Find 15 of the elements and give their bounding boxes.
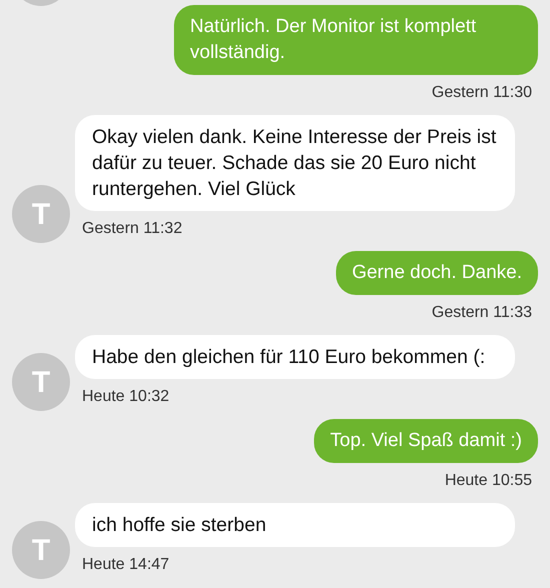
timestamp: Heute 14:47 [82,555,170,575]
timestamp: Gestern 11:33 [432,303,532,323]
message-bubble: ich hoffe sie sterben [75,503,515,547]
message-bubble: Gerne doch. Danke. [336,251,538,295]
message-bubble: Habe den gleichen für 110 Euro bekommen (: [75,335,515,379]
timestamp: Heute 10:55 [444,471,532,491]
avatar: T [12,185,70,243]
timestamp: Gestern 11:32 [82,219,182,239]
timestamp: Heute 10:32 [82,387,170,407]
message-bubble: Okay vielen dank. Keine Interesse der Preis ist dafür zu teuer. Schade das sie 20 Euro nicht runtergehen. Viel Glück [75,115,515,211]
message-bubble: Natürlich. Der Monitor ist komplett vollständig. [174,5,538,75]
avatar: T [12,521,70,579]
timestamp: Gestern 11:30 [432,83,532,103]
message-bubble: Top. Viel Spaß damit :) [314,419,538,463]
avatar: T [12,353,70,411]
